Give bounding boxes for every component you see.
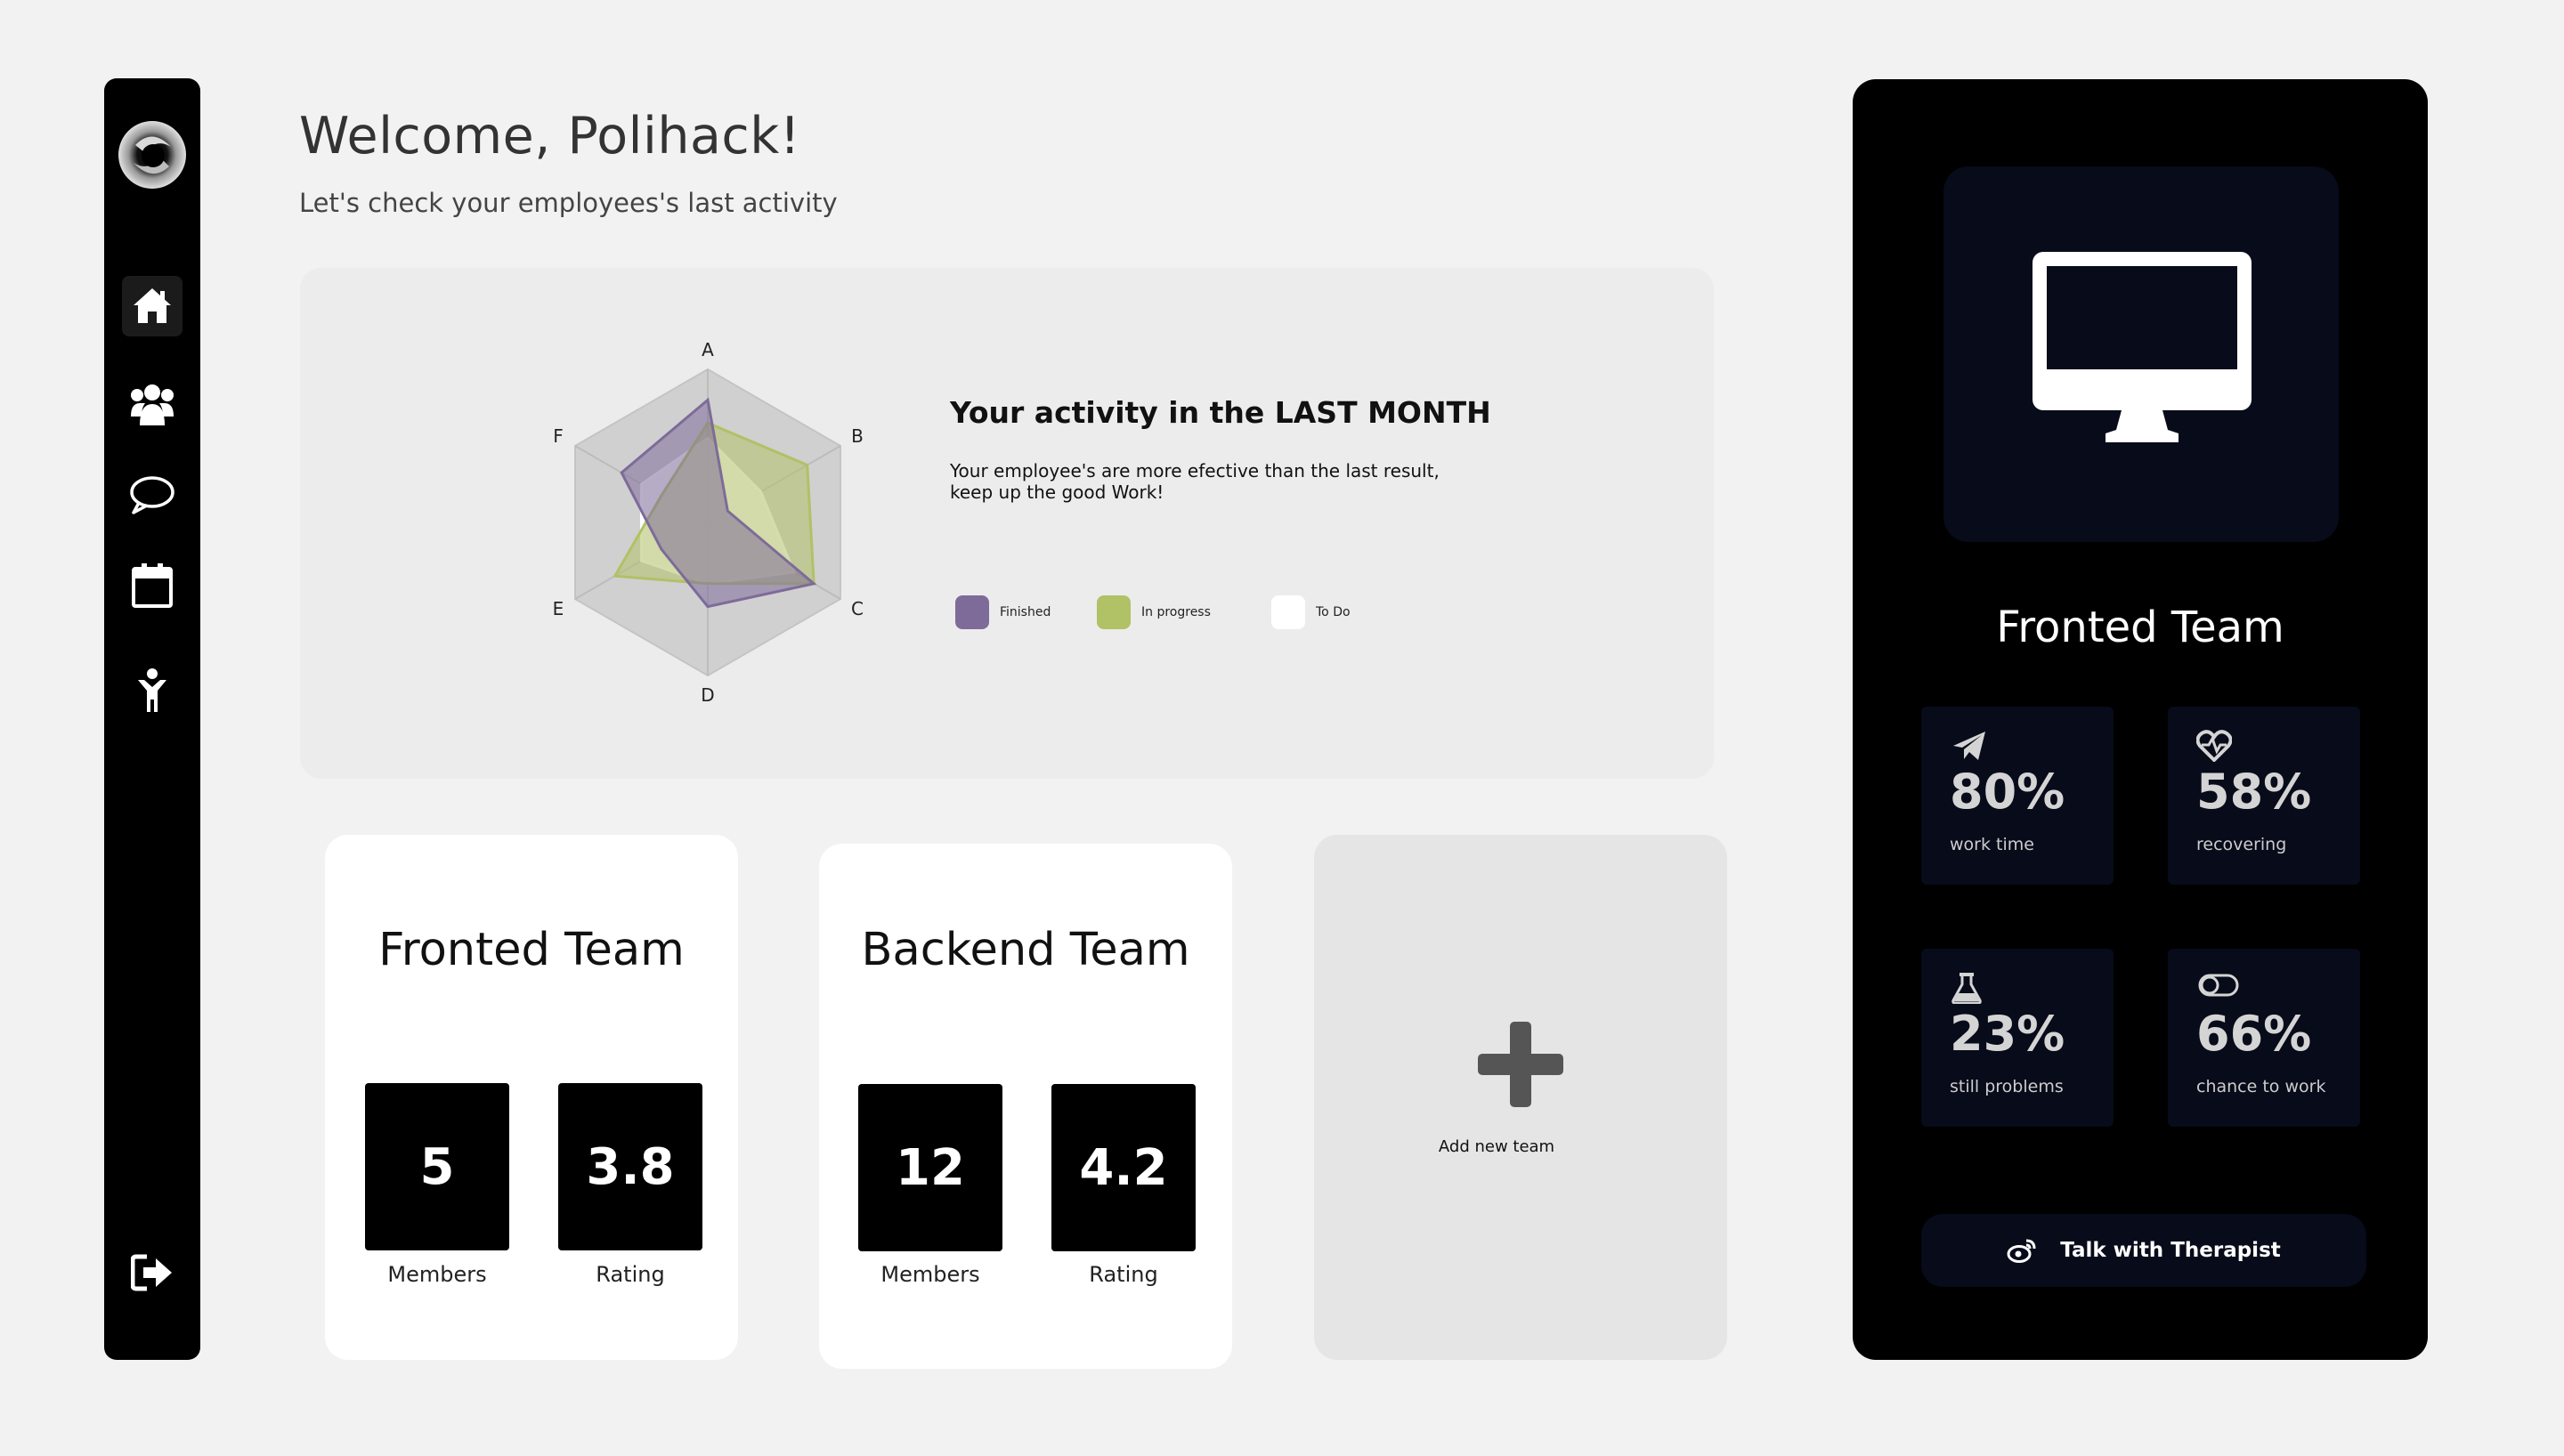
monitor-icon [2033,252,2252,442]
legend-to-do: To Do [1271,595,1351,629]
logo-icon [118,121,186,189]
legend-swatch-to-do [1271,595,1305,629]
nav-chat[interactable] [122,465,183,525]
panel-team-title: Fronted Team [1996,603,2284,652]
paper-plane-icon [1953,732,1985,760]
flask-icon [1951,973,1982,1004]
metric-label: work time [1950,835,2034,854]
team-detail-panel: Fronted Team 80% work time 58% recoverin… [1853,79,2428,1360]
team-name: Fronted Team [378,924,685,976]
metric-label: still problems [1950,1077,2064,1096]
legend-label-to-do: To Do [1316,605,1351,619]
team-card-backend[interactable]: Backend Team 12 4.2 Members Rating [819,844,1232,1369]
radar-axis-label: D [701,684,714,706]
app-logo[interactable] [118,120,187,190]
add-team-button[interactable]: Add new team [1314,835,1727,1360]
team-rating: 3.8 [558,1083,702,1250]
nav-calendar[interactable] [122,555,183,616]
legend-swatch-finished [955,595,989,629]
sidebar [104,78,200,1360]
activity-description: Your employee's are more efective than t… [950,460,1440,503]
rating-label: Rating [1089,1262,1158,1287]
legend-finished: Finished [955,595,1051,629]
person-icon [138,668,166,712]
metric-label: chance to work [2196,1077,2326,1096]
metric-value: 80% [1950,764,2065,820]
members-label: Members [880,1262,980,1287]
legend-label-finished: Finished [1000,605,1051,619]
chat-icon [130,476,174,514]
rating-label: Rating [596,1262,665,1287]
logout-icon [131,1254,172,1291]
members-count: 5 [365,1083,509,1250]
add-team-label: Add new team [1438,1137,1555,1156]
talk-with-therapist-button[interactable]: Talk with Therapist [1921,1214,2366,1287]
metric-chance-to-work: 66% chance to work [2168,949,2360,1127]
team-rating: 4.2 [1051,1084,1196,1251]
calendar-icon [132,563,173,608]
legend-label-in-progress: In progress [1141,605,1211,619]
metric-work-time: 80% work time [1921,707,2114,885]
metric-value: 58% [2196,764,2312,820]
team-icon-tile [1943,166,2339,542]
nav-person[interactable] [122,660,183,721]
plus-icon [1478,1022,1563,1107]
radar-axis-label: C [851,598,864,619]
therapist-button-label: Talk with Therapist [2060,1239,2281,1262]
heartbeat-icon [2196,730,2232,762]
team-name: Backend Team [861,924,1190,976]
radar-axis-label: F [553,425,564,447]
radar-axis-label: B [851,425,864,447]
members-count: 12 [858,1084,1002,1251]
weibo-icon [2007,1239,2036,1263]
metric-value: 23% [1950,1006,2065,1062]
activity-title: Your activity in the LAST MONTH [950,395,1491,430]
nav-logout[interactable] [122,1242,183,1303]
metric-label: recovering [2196,835,2287,854]
radar-chart: A B C D E F [553,339,864,706]
nav-teams[interactable] [122,374,183,434]
toggle-icon [2198,974,2239,997]
metric-recovering: 58% recovering [2168,707,2360,885]
team-card-frontend[interactable]: Fronted Team 5 3.8 Members Rating [325,835,738,1360]
legend-in-progress: In progress [1097,595,1211,629]
activity-panel: A B C D E F Your activity in the LAST MONTH Y… [300,268,1714,779]
team-icon [131,384,174,425]
nav-home[interactable] [122,276,183,336]
welcome-subtitle: Let's check your employees's last activi… [299,188,838,218]
metric-value: 66% [2196,1006,2312,1062]
metric-still-problems: 23% still problems [1921,949,2114,1127]
members-label: Members [387,1262,487,1287]
welcome-heading: Welcome, Polihack! [299,107,801,166]
home-icon [134,288,171,323]
radar-axis-label: E [553,598,564,619]
radar-axis-label: A [702,339,714,360]
legend-swatch-in-progress [1097,595,1131,629]
